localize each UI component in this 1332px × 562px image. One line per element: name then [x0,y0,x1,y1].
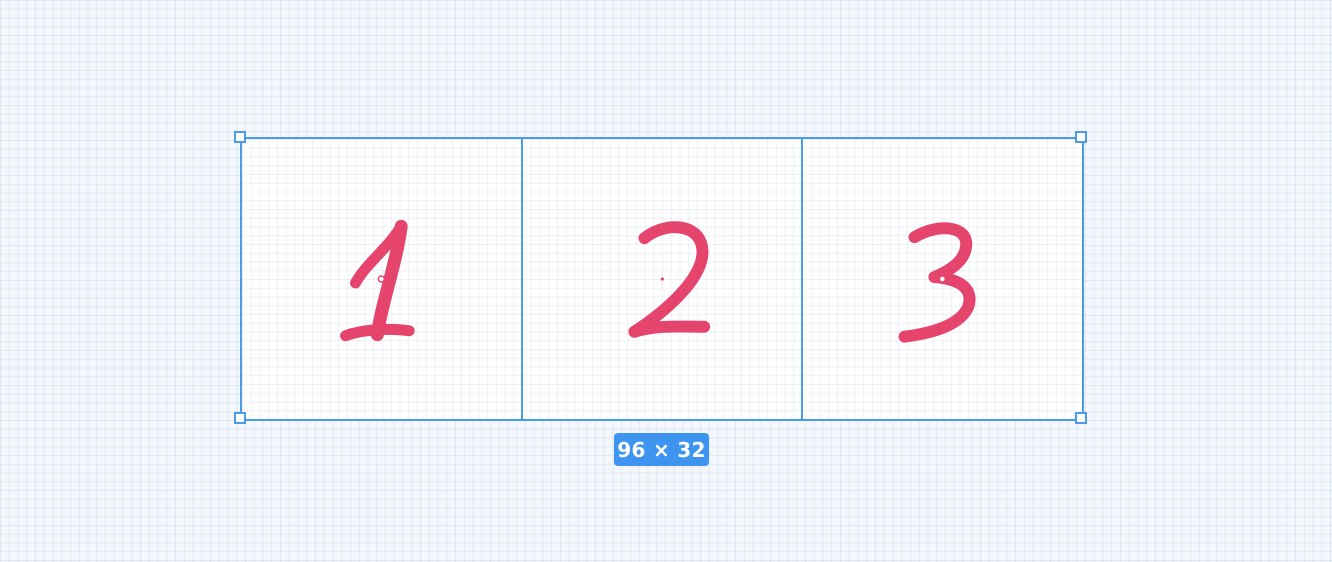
size-badge: 96 × 32 [614,433,709,466]
digit-one-glyph [340,219,415,342]
anchor-point [938,275,947,283]
resize-handle-bottom-left[interactable] [234,412,246,424]
resize-handle-top-right[interactable] [1075,131,1087,143]
selected-frame[interactable]: 1 2 3 [240,137,1084,421]
design-canvas[interactable]: 1 2 3 96 × 32 [0,0,1332,562]
digit-slot-3[interactable]: 3 [801,139,1082,419]
digit-two-glyph [628,221,710,338]
resize-handle-top-left[interactable] [234,131,246,143]
digit-three-glyph [898,222,976,343]
anchor-point [660,277,664,281]
anchor-point [377,275,386,283]
digit-slot-2[interactable]: 2 [520,139,802,419]
digit-slot-1[interactable]: 1 [242,139,521,419]
resize-handle-bottom-right[interactable] [1075,412,1087,424]
